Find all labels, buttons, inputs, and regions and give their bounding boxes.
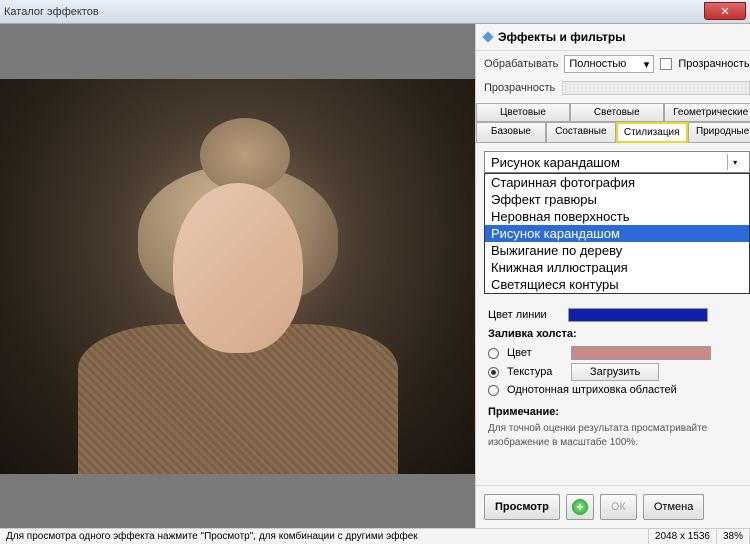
plus-icon: + — [572, 499, 588, 515]
statusbar: Для просмотра одного эффекта нажмите "Пр… — [0, 528, 750, 544]
color-radio[interactable] — [488, 348, 499, 359]
preview-panel — [0, 24, 475, 528]
mono-radio[interactable] — [488, 385, 499, 396]
tab-basic[interactable]: Базовые — [476, 122, 546, 143]
ok-button[interactable]: ОК — [600, 494, 637, 520]
params-area: Цвет линии Заливка холста: Цвет Текстура… — [476, 301, 750, 454]
cancel-button[interactable]: Отмена — [643, 494, 704, 520]
dropdown-item[interactable]: Старинная фотография — [485, 174, 749, 191]
effect-dropdown: Рисунок карандашом ▾ Старинная фотографи… — [484, 151, 750, 173]
mono-radio-row: Однотонная штриховка областей — [488, 384, 746, 396]
chevron-down-icon: ▾ — [644, 58, 650, 71]
tab-nature[interactable]: Природные — [688, 122, 750, 143]
color-radio-label: Цвет — [507, 347, 563, 359]
dropdown-item[interactable]: Неровная поверхность — [485, 208, 749, 225]
status-dimensions: 2048 x 1536 — [649, 529, 717, 544]
panel-title: Эффекты и фильтры — [498, 30, 626, 44]
mono-radio-label: Однотонная штриховка областей — [507, 384, 677, 396]
close-icon: ✕ — [720, 5, 729, 18]
dropdown-item[interactable]: Светящиеся контуры — [485, 276, 749, 293]
main-area: Эффекты и фильтры Обрабатывать Полностью… — [0, 24, 750, 528]
close-button[interactable]: ✕ — [704, 2, 746, 20]
button-bar: Просмотр + ОК Отмена — [476, 485, 750, 528]
tab-light[interactable]: Световые — [570, 103, 664, 122]
tab-row-2: Базовые Составные Стилизация Природные — [476, 122, 750, 143]
portrait-face — [173, 183, 303, 353]
effect-dropdown-list: Старинная фотография Эффект гравюры Неро… — [484, 173, 750, 294]
line-color-row: Цвет линии — [488, 308, 746, 322]
dropdown-item[interactable]: Выжигание по дереву — [485, 242, 749, 259]
line-color-label: Цвет линии — [488, 309, 560, 321]
note-header: Примечание: — [488, 406, 746, 418]
portrait-bun — [200, 118, 290, 193]
process-select[interactable]: Полностью ▾ — [564, 55, 654, 73]
effects-panel: Эффекты и фильтры Обрабатывать Полностью… — [475, 24, 750, 528]
texture-radio[interactable] — [488, 367, 499, 378]
chevron-down-icon: ▾ — [727, 154, 743, 170]
tab-row-1: Цветовые Световые Геометрические — [476, 103, 750, 122]
note-text: Для точной оценки результата просматрива… — [488, 422, 746, 450]
titlebar: Каталог эффектов ✕ — [0, 0, 750, 24]
fill-color-swatch[interactable] — [571, 346, 711, 360]
transparency-slider[interactable] — [562, 81, 750, 95]
tab-composite[interactable]: Составные — [546, 122, 616, 143]
transparency-checkbox[interactable] — [660, 58, 672, 70]
tabs: Цветовые Световые Геометрические Базовые… — [476, 103, 750, 143]
texture-radio-row: Текстура Загрузить — [488, 363, 746, 381]
transparency-row: Прозрачность — [476, 77, 750, 99]
preview-image[interactable] — [0, 79, 475, 474]
tab-stylization[interactable]: Стилизация — [616, 122, 688, 143]
dropdown-item[interactable]: Книжная иллюстрация — [485, 259, 749, 276]
transparency-label: Прозрачность — [484, 82, 556, 94]
dropdown-item[interactable]: Эффект гравюры — [485, 191, 749, 208]
process-label: Обрабатывать — [484, 58, 558, 70]
status-zoom: 38% — [717, 529, 750, 544]
texture-radio-label: Текстура — [507, 366, 563, 378]
load-button[interactable]: Загрузить — [571, 363, 659, 381]
effect-dropdown-selected[interactable]: Рисунок карандашом ▾ — [484, 151, 750, 173]
fill-header: Заливка холста: — [488, 328, 746, 340]
process-row: Обрабатывать Полностью ▾ Прозрачность — [476, 51, 750, 77]
preview-button[interactable]: Просмотр — [484, 494, 560, 520]
line-color-swatch[interactable] — [568, 308, 708, 322]
color-radio-row: Цвет — [488, 346, 746, 360]
tab-color[interactable]: Цветовые — [476, 103, 570, 122]
status-hint: Для просмотра одного эффекта нажмите "Пр… — [0, 529, 649, 544]
transparency-checkbox-label: Прозрачность — [678, 58, 749, 70]
panel-header: Эффекты и фильтры — [476, 24, 750, 51]
dropdown-item-highlighted[interactable]: Рисунок карандашом — [485, 225, 749, 242]
tab-geometric[interactable]: Геометрические — [664, 103, 750, 122]
window-title: Каталог эффектов — [4, 6, 99, 18]
add-button[interactable]: + — [566, 494, 594, 520]
diamond-icon — [482, 31, 493, 42]
